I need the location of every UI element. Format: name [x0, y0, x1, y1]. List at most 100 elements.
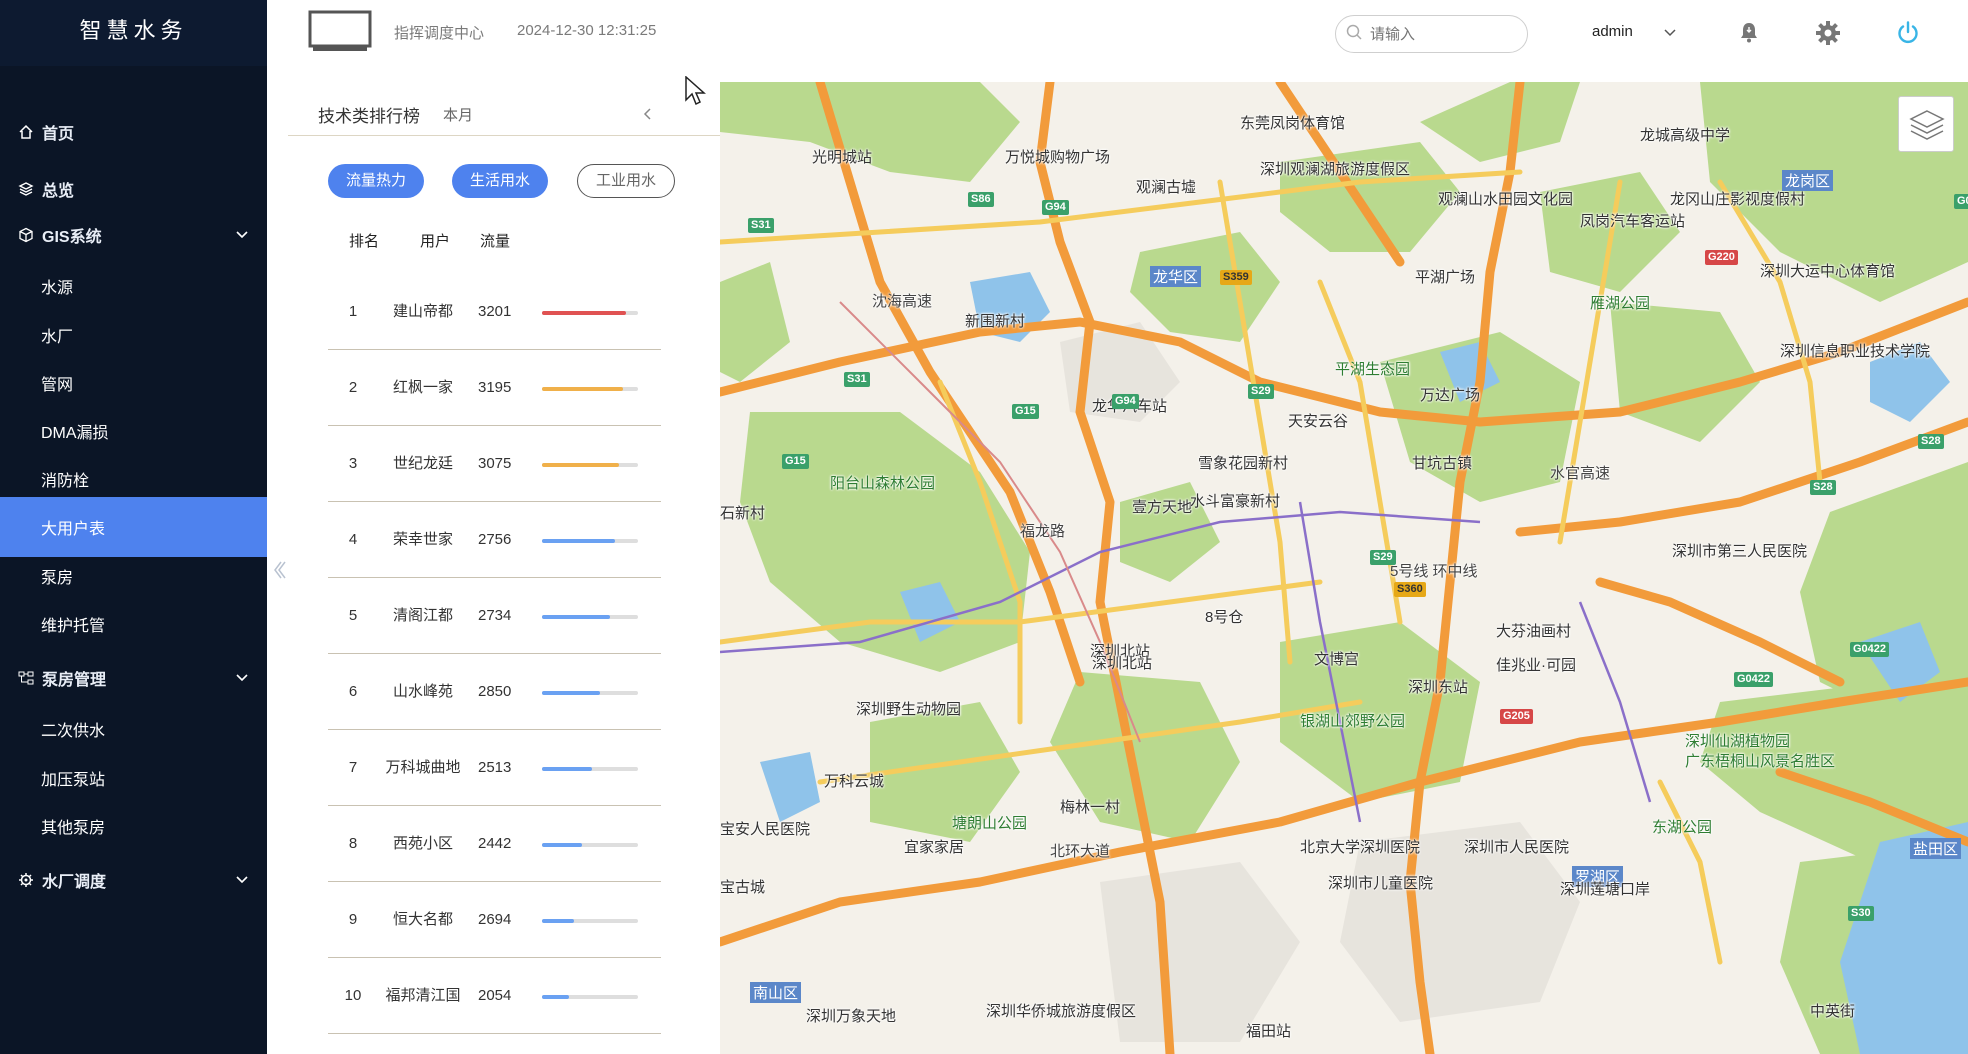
- table-row[interactable]: 2 红枫一家 3195: [328, 350, 661, 426]
- map-label[interactable]: 深圳莲塘口岸: [1560, 878, 1650, 899]
- map-label[interactable]: 深圳北站: [1092, 652, 1152, 673]
- layers-button[interactable]: [1898, 96, 1954, 152]
- map-label[interactable]: 深圳野生动物园: [856, 698, 961, 719]
- map-label[interactable]: 深圳华侨城旅游度假区: [986, 1000, 1136, 1021]
- sidebar-item-0[interactable]: 首页: [0, 103, 267, 161]
- map-label[interactable]: 深圳市儿童医院: [1328, 872, 1433, 893]
- map-label[interactable]: 深圳信息职业技术学院: [1780, 340, 1930, 361]
- search-box[interactable]: [1335, 15, 1528, 53]
- map-label[interactable]: 观澜古墟: [1136, 176, 1196, 197]
- map-label[interactable]: 万科云城: [824, 770, 884, 791]
- map-label[interactable]: 雪象花园新村: [1198, 452, 1288, 473]
- map-label[interactable]: 南山区: [750, 982, 802, 1003]
- map-label[interactable]: 平湖生态园: [1335, 358, 1410, 379]
- table-row[interactable]: 1 建山帝都 3201: [328, 274, 661, 350]
- chevron-down-icon[interactable]: [235, 873, 249, 887]
- chevron-down-icon[interactable]: [235, 228, 249, 242]
- sidebar-item-15[interactable]: 水厂调度: [0, 851, 267, 909]
- map-label[interactable]: 北京大学深圳医院: [1300, 836, 1420, 857]
- panel-period[interactable]: 本月: [443, 104, 473, 125]
- map-label[interactable]: 万悦城购物广场: [1005, 146, 1110, 167]
- map-label[interactable]: 佳兆业·可园: [1496, 654, 1576, 675]
- bell-icon[interactable]: [1737, 20, 1761, 44]
- table-row[interactable]: 8 西苑小区 2442: [328, 806, 661, 882]
- map-label[interactable]: 天安云谷: [1288, 410, 1348, 431]
- map-label[interactable]: 梅林一村: [1060, 796, 1120, 817]
- table-row[interactable]: 5 清阁江都 2734: [328, 578, 661, 654]
- map-label[interactable]: 宜家家居: [904, 836, 964, 857]
- map-label[interactable]: 深圳东站: [1408, 676, 1468, 697]
- sidebar-item-label: 其他泵房: [41, 820, 106, 837]
- chevron-down-icon[interactable]: [1662, 25, 1678, 41]
- row-flow: 3075: [478, 455, 512, 472]
- map-label[interactable]: 深圳万象天地: [806, 1005, 896, 1026]
- map-label[interactable]: 5号线 环中线: [1390, 560, 1478, 581]
- filter-flow-heat[interactable]: 流量热力: [328, 164, 424, 198]
- sidebar-item-14[interactable]: 其他泵房: [0, 796, 267, 856]
- map-label[interactable]: 东莞凤岗体育馆: [1240, 112, 1345, 133]
- map-label[interactable]: 平湖广场: [1415, 266, 1475, 287]
- header-datetime: 2024-12-30 12:31:25: [517, 22, 657, 39]
- map-label[interactable]: 深圳市第三人民医院: [1672, 540, 1807, 561]
- gear-icon[interactable]: [1815, 20, 1841, 46]
- road-shield: G0422: [1850, 642, 1890, 657]
- map-label[interactable]: 深圳大运中心体育馆: [1760, 260, 1895, 281]
- road-shield: S360: [1394, 582, 1426, 597]
- map-label[interactable]: 光明城站: [812, 146, 872, 167]
- map-label[interactable]: 北环大道: [1050, 840, 1110, 861]
- map-label[interactable]: 沈海高速: [872, 290, 932, 311]
- map-label[interactable]: 深圳观澜湖旅游度假区: [1260, 158, 1410, 179]
- map-label[interactable]: 宝古城: [720, 876, 765, 897]
- map-label[interactable]: 深圳仙湖植物园: [1685, 730, 1790, 751]
- map-label[interactable]: 壹方天地: [1132, 496, 1192, 517]
- map-label[interactable]: 大芬油画村: [1496, 620, 1571, 641]
- map-label[interactable]: 水官高速: [1550, 462, 1610, 483]
- map-label[interactable]: 中英街: [1810, 1000, 1855, 1021]
- map-label[interactable]: 深圳市人民医院: [1464, 836, 1569, 857]
- user-name[interactable]: admin: [1592, 23, 1633, 40]
- map-label[interactable]: 万达广场: [1420, 384, 1480, 405]
- power-icon[interactable]: [1895, 20, 1921, 46]
- map-label[interactable]: 阳台山森林公园: [830, 472, 935, 493]
- map-label[interactable]: 雁湖公园: [1590, 292, 1650, 313]
- flow-bar: [542, 767, 638, 771]
- map-label[interactable]: 文博宫: [1314, 648, 1359, 669]
- map-label[interactable]: 福龙路: [1020, 520, 1065, 541]
- table-row[interactable]: 4 荣幸世家 2756: [328, 502, 661, 578]
- collapse-icon[interactable]: [640, 106, 656, 122]
- map-label[interactable]: 凤岗汽车客运站: [1580, 210, 1685, 231]
- map-label[interactable]: 新围新村: [965, 310, 1025, 331]
- filter-domestic-water[interactable]: 生活用水: [452, 164, 548, 198]
- map-label[interactable]: 龙华区: [1150, 266, 1202, 287]
- map-label[interactable]: 龙岗区: [1782, 170, 1834, 191]
- map-label[interactable]: 石新村: [720, 502, 765, 523]
- map-label[interactable]: 龙城高级中学: [1640, 124, 1730, 145]
- map-label[interactable]: 水斗富豪新村: [1190, 490, 1280, 511]
- map-label[interactable]: 福田站: [1246, 1020, 1291, 1041]
- map-label[interactable]: 8号仓: [1205, 606, 1243, 627]
- table-row[interactable]: 9 恒大名都 2694: [328, 882, 661, 958]
- table-row[interactable]: 3 世纪龙廷 3075: [328, 426, 661, 502]
- map-label[interactable]: 东湖公园: [1652, 816, 1712, 837]
- monitor-icon[interactable]: [307, 9, 373, 55]
- gear-icon: [18, 872, 34, 888]
- map-label[interactable]: 甘坑古镇: [1412, 452, 1472, 473]
- map-label[interactable]: 龙冈山庄影视度假村: [1670, 188, 1805, 209]
- map-label[interactable]: 观澜山水田园文化园: [1438, 188, 1573, 209]
- sidebar-item-10[interactable]: 维护托管: [0, 594, 267, 654]
- map-label[interactable]: 盐田区: [1910, 838, 1962, 859]
- sidebar-item-label: 维护托管: [41, 618, 106, 635]
- map-label[interactable]: 宝安人民医院: [720, 818, 810, 839]
- filter-industrial-water[interactable]: 工业用水: [577, 164, 675, 198]
- table-row[interactable]: 10 福邦清江国 2054: [328, 958, 661, 1034]
- sidebar-splitter[interactable]: [267, 540, 288, 600]
- gis-map[interactable]: 东莞凤岗体育馆龙城高级中学光明城站 万悦城购物广场深圳观澜湖旅游度假区观澜古墟观澜…: [720, 82, 1968, 1054]
- table-row[interactable]: 7 万科城曲地 2513: [328, 730, 661, 806]
- map-label[interactable]: 广东梧桐山风景名胜区: [1685, 750, 1835, 771]
- map-label[interactable]: 银湖山郊野公园: [1300, 710, 1405, 731]
- table-row[interactable]: 6 山水峰苑 2850: [328, 654, 661, 730]
- chevron-down-icon[interactable]: [235, 671, 249, 685]
- row-flow: 2850: [478, 683, 512, 700]
- map-label[interactable]: 塘朗山公园: [952, 812, 1027, 833]
- search-input[interactable]: [1370, 25, 1510, 43]
